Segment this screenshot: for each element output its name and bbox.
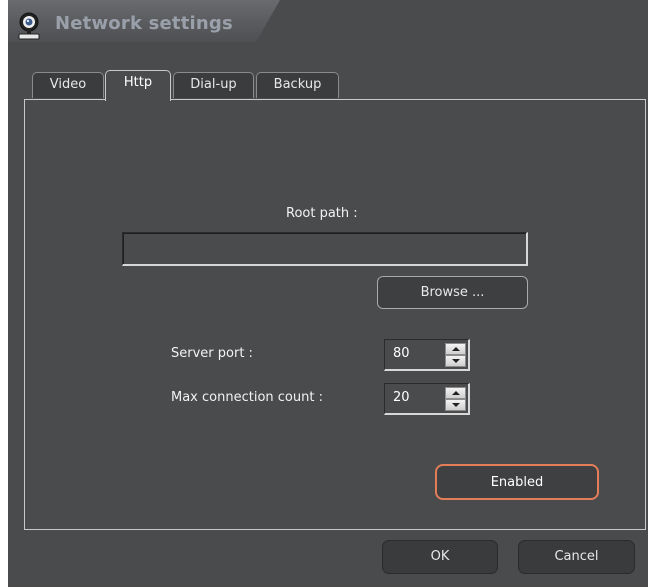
- max-connection-decrement-button[interactable]: [445, 399, 466, 411]
- server-port-stepper[interactable]: [445, 343, 466, 367]
- browse-button[interactable]: Browse ...: [377, 276, 528, 309]
- server-port-label: Server port :: [171, 346, 253, 361]
- max-connection-stepper[interactable]: [445, 387, 466, 411]
- tab-dial-up[interactable]: Dial-up: [173, 72, 254, 98]
- arrow-down-icon: [452, 359, 460, 363]
- server-port-value[interactable]: 80: [393, 346, 410, 361]
- ok-button[interactable]: OK: [382, 540, 498, 574]
- server-port-increment-button[interactable]: [445, 343, 466, 355]
- arrow-up-icon: [452, 391, 460, 395]
- tab-http[interactable]: Http: [105, 70, 171, 101]
- max-connection-count-label: Max connection count :: [171, 390, 323, 405]
- network-settings-window: Network settings Video Http Dial-up Back…: [8, 0, 648, 587]
- server-port-decrement-button[interactable]: [445, 355, 466, 367]
- server-port-spinbox[interactable]: 80: [384, 339, 470, 371]
- tab-video[interactable]: Video: [32, 72, 104, 98]
- root-path-label: Root path :: [286, 206, 358, 221]
- window-title: Network settings: [55, 13, 233, 34]
- cancel-button[interactable]: Cancel: [518, 540, 635, 574]
- max-connection-count-value[interactable]: 20: [393, 390, 410, 405]
- arrow-up-icon: [452, 347, 460, 351]
- webcam-icon: [18, 12, 40, 40]
- arrow-down-icon: [452, 403, 460, 407]
- tab-backup[interactable]: Backup: [256, 72, 339, 98]
- root-path-input[interactable]: [122, 232, 528, 266]
- max-connection-increment-button[interactable]: [445, 387, 466, 399]
- enabled-toggle-button[interactable]: Enabled: [435, 464, 599, 500]
- max-connection-count-spinbox[interactable]: 20: [384, 383, 470, 415]
